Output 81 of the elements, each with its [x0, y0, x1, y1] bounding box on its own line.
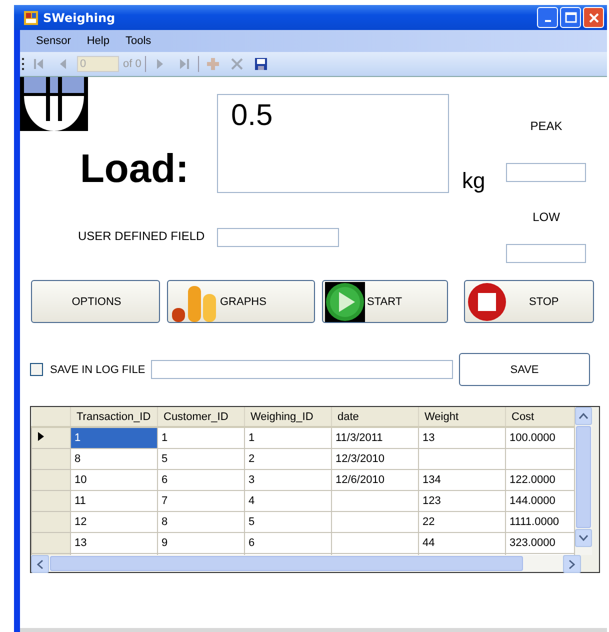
- delete-icon: [230, 57, 244, 71]
- options-button[interactable]: OPTIONS: [31, 280, 160, 323]
- row-header[interactable]: [32, 427, 70, 448]
- stop-button[interactable]: STOP: [464, 280, 594, 323]
- table-cell: 10: [70, 470, 157, 490]
- table-cell: 12/6/2010: [331, 470, 418, 490]
- column-header[interactable]: Weight: [418, 407, 505, 427]
- table-cell: 1: [157, 427, 244, 448]
- table-cell: 144.0000: [505, 490, 574, 512]
- log-checkbox[interactable]: [30, 363, 43, 376]
- menu-item[interactable]: Help: [78, 35, 118, 47]
- table-cell: [505, 448, 574, 470]
- table-cell: 11/3/2011: [331, 427, 418, 448]
- table-cell: 6: [157, 470, 244, 490]
- table-cell: 123: [418, 490, 505, 512]
- table-cell: 122.0000: [505, 470, 574, 490]
- table-cell: 1: [244, 427, 331, 448]
- play-icon: [325, 282, 365, 322]
- column-header[interactable]: date: [331, 407, 418, 427]
- table-cell: 44: [418, 532, 505, 554]
- last-icon: [177, 57, 192, 71]
- user-field-label: USER DEFINED FIELD: [78, 229, 206, 243]
- close-icon: [588, 12, 600, 24]
- load-value: 0.5: [231, 99, 273, 132]
- start-button[interactable]: START: [322, 280, 448, 323]
- column-header[interactable]: Transaction_ID: [70, 407, 157, 427]
- menu-item[interactable]: Tools: [117, 35, 160, 47]
- first-icon: [32, 57, 46, 71]
- table-cell: 323.0000: [505, 532, 574, 554]
- save-icon: [254, 57, 268, 71]
- table-cell: 5: [244, 512, 331, 532]
- table-cell: 5: [157, 448, 244, 470]
- table-cell: 1111.0000: [505, 512, 574, 532]
- low-label: LOW: [532, 210, 560, 224]
- checkbox-label: SAVE IN LOG FILE: [50, 364, 146, 376]
- table-cell: 12/3/2010: [331, 448, 418, 470]
- record-count: of 0: [123, 58, 142, 70]
- table-cell: 13: [70, 532, 157, 554]
- menu-item[interactable]: Sensor: [28, 35, 79, 47]
- stop-icon: [467, 282, 507, 322]
- peak-field[interactable]: [506, 163, 586, 182]
- unit-label: kg: [462, 168, 486, 194]
- window-title: SWeighing: [43, 10, 116, 24]
- app-icon: [24, 10, 38, 24]
- table-cell: 13: [418, 427, 505, 448]
- table-cell: 3: [244, 470, 331, 490]
- graphs-button[interactable]: GRAPHS: [167, 280, 315, 323]
- table-cell: 1: [70, 427, 157, 448]
- save-button[interactable]: SAVE: [459, 353, 590, 386]
- peak-label: PEAK: [530, 119, 562, 133]
- minimize-button[interactable]: [537, 7, 558, 28]
- load-label: Load:: [80, 147, 190, 191]
- table-cell: 7: [157, 490, 244, 512]
- close-button[interactable]: [583, 7, 604, 28]
- table-cell: 100.0000: [505, 427, 574, 448]
- table-cell: 2: [244, 448, 331, 470]
- table-cell: 8: [70, 448, 157, 470]
- table-cell: 4: [244, 490, 331, 512]
- column-header[interactable]: Cost: [505, 407, 574, 427]
- log-file-field[interactable]: [151, 360, 453, 379]
- table-cell: 9: [157, 532, 244, 554]
- column-header[interactable]: Weighing_ID: [244, 407, 331, 427]
- maximize-button[interactable]: [560, 7, 581, 28]
- minimize-icon: [544, 20, 550, 22]
- horizontal-scrollbar[interactable]: [31, 555, 581, 572]
- table-cell: 8: [157, 512, 244, 532]
- table-cell: 6: [244, 532, 331, 554]
- table-cell: 134: [418, 470, 505, 490]
- corner-cell: [32, 407, 70, 427]
- table-cell: 11: [70, 490, 157, 512]
- plus-icon: [206, 57, 220, 71]
- current-row-icon: [38, 432, 44, 441]
- grip-icon: [22, 57, 25, 71]
- user-field[interactable]: [217, 228, 339, 247]
- low-field[interactable]: [506, 244, 586, 263]
- table-cell: 22: [418, 512, 505, 532]
- logo-icon: [20, 77, 88, 131]
- column-header[interactable]: Customer_ID: [157, 407, 244, 427]
- maximize-icon: [564, 12, 576, 24]
- table-cell: 12: [70, 512, 157, 532]
- vertical-scrollbar[interactable]: [575, 407, 592, 555]
